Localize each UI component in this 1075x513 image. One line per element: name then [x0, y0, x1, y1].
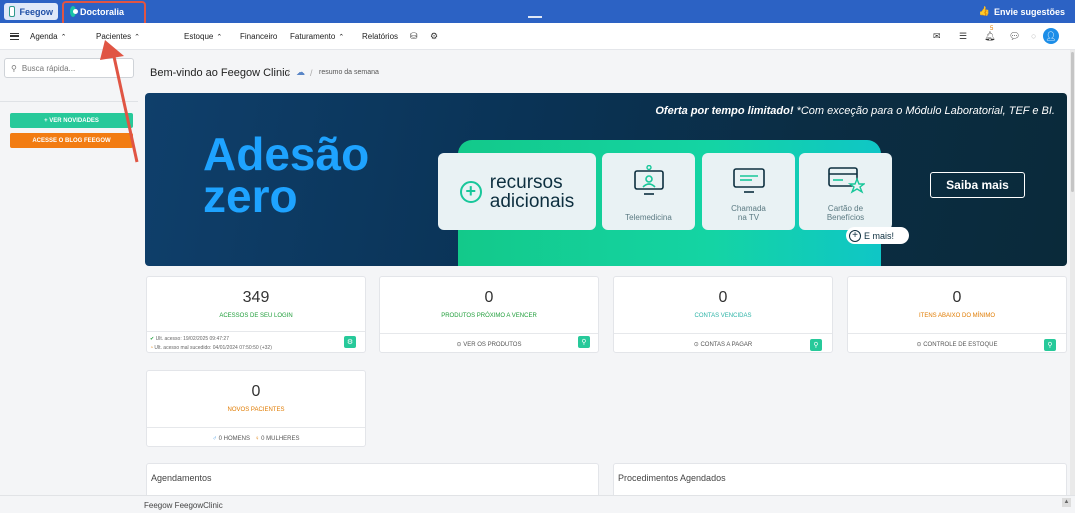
- blog-feegow-button[interactable]: ACESSE O BLOG FEEGOW: [10, 133, 133, 148]
- menu-financeiro[interactable]: Financeiro: [240, 32, 277, 41]
- stat-footer[interactable]: ⊙ CONTROLE DE ESTOQUE: [848, 333, 1066, 355]
- e-mais-badge: + E mais!: [846, 227, 909, 244]
- card-recursos-adicionais: + recursos adicionais: [438, 153, 596, 230]
- ver-novidades-button[interactable]: + VER NOVIDADES: [10, 113, 133, 128]
- menu-agenda[interactable]: Agenda ⌃: [30, 32, 66, 41]
- tv-icon: [732, 168, 765, 193]
- tab-feegow-label: Feegow: [19, 6, 53, 17]
- stat-label: NOVOS PACIENTES: [227, 407, 285, 413]
- stat-label: CONTAS VENCIDAS: [694, 313, 752, 319]
- plus-circle-icon: +: [849, 229, 861, 242]
- menu-relatorios[interactable]: Relatórios: [362, 32, 398, 41]
- bell-icon[interactable]: 🔔︎: [984, 31, 995, 42]
- page-title: Bem-vindo ao Feegow Clinic: [150, 67, 291, 79]
- stat-card-itens: 0 ITENS ABAIXO DO MÍNIMO ⊙ CONTROLE DE E…: [847, 276, 1067, 353]
- list-icon[interactable]: ☰: [959, 31, 967, 42]
- database-icon[interactable]: ⛁: [410, 31, 418, 42]
- cloud-icon[interactable]: ☁: [296, 67, 305, 78]
- panel-title: Agendamentos: [151, 473, 212, 483]
- search-icon: ⚲: [581, 339, 587, 346]
- telemedicine-icon: [633, 165, 664, 195]
- saiba-mais-button[interactable]: Saiba mais: [930, 172, 1025, 198]
- stat-value: 349: [242, 289, 270, 306]
- scrollbar-thumb[interactable]: [1071, 52, 1074, 192]
- search-button[interactable]: ⚲: [578, 336, 590, 348]
- sidebar-divider: [0, 101, 138, 102]
- suggest-button[interactable]: 👍 Envie sugestões: [979, 6, 1065, 17]
- chevron-icon: ⌃: [60, 34, 67, 41]
- search-placeholder: Busca rápida...: [21, 63, 76, 73]
- male-icon: ♂: [212, 435, 217, 442]
- banner-offer-text: Oferta por tempo limitado! *Com exceção …: [655, 105, 1055, 117]
- breadcrumb-separator: /: [287, 68, 290, 78]
- money-icon: ⊙: [693, 342, 699, 348]
- card-cartao-beneficios: Cartão de Benefícios: [799, 153, 892, 230]
- banner-headline: Adesão zero: [203, 128, 370, 222]
- search-input[interactable]: ⚲ Busca rápida...: [4, 58, 134, 78]
- thumbs-up-icon: 👍: [978, 6, 990, 16]
- stat-footer[interactable]: ⊙ CONTAS A PAGAR: [614, 333, 832, 355]
- stat-value: 0: [718, 289, 728, 306]
- plus-circle-icon: +: [459, 180, 482, 203]
- breadcrumb-separator: /: [310, 68, 313, 78]
- chat-icon[interactable]: 💬︎: [1009, 31, 1020, 42]
- search-icon: ⚲: [11, 63, 17, 73]
- inbox-icon[interactable]: ✉: [933, 31, 941, 42]
- benefit-card-icon: [827, 167, 865, 194]
- suggest-label: Envie sugestões: [993, 6, 1065, 17]
- gear-icon: ⚙: [346, 339, 354, 346]
- stat-value: 0: [952, 289, 962, 306]
- promo-banner[interactable]: Oferta por tempo limitado! *Com exceção …: [145, 93, 1067, 266]
- stat-card-acessos: 349 ACESSOS DE SEU LOGIN ✔ Ult. acesso: …: [146, 276, 366, 353]
- box-icon: ⊙: [916, 342, 922, 348]
- login-info: ✔ Ult. acesso: 19/02/2025 09:47:27 ◔ Ult…: [150, 336, 272, 351]
- stat-footer[interactable]: ⊙ VER OS PRODUTOS: [380, 333, 598, 355]
- footer: Feegow FeegowClinic: [0, 495, 1075, 513]
- stat-value: 0: [484, 289, 494, 306]
- card-chamada-tv: Chamada na TV: [702, 153, 795, 230]
- user-icon: 👤︎: [1045, 30, 1057, 41]
- notification-badge: 5: [990, 26, 994, 32]
- menu-faturamento[interactable]: Faturamento ⌃: [290, 32, 344, 41]
- stat-value: 0: [251, 383, 261, 400]
- search-icon: ⚲: [813, 342, 819, 349]
- footer-text: Feegow FeegowClinic: [144, 501, 223, 510]
- avatar[interactable]: 👤︎: [1043, 28, 1059, 44]
- status-dot-icon: ○: [1031, 31, 1037, 41]
- stat-label: ACESSOS DE SEU LOGIN: [219, 313, 293, 319]
- search-button[interactable]: ⚲: [810, 339, 822, 351]
- search-button[interactable]: ⚲: [1044, 339, 1056, 351]
- stat-footer: ♂ 0 HOMENS ♀ 0 MULHERES: [147, 427, 365, 449]
- warning-icon: ◔: [150, 345, 154, 351]
- menu-pacientes[interactable]: Pacientes ⌃: [96, 32, 140, 41]
- stat-label: ITENS ABAIXO DO MÍNIMO: [918, 313, 995, 319]
- tab-feegow[interactable]: Feegow: [4, 3, 58, 20]
- gear-icon[interactable]: ⚙: [430, 31, 438, 42]
- hamburger-icon[interactable]: [10, 32, 19, 40]
- card-telemedicina: Telemedicina: [602, 153, 695, 230]
- clock-icon: ⊙: [456, 342, 462, 348]
- stat-card-produtos: 0 PRODUTOS PRÓXIMO A VENCER ⊙ VER OS PRO…: [379, 276, 599, 353]
- drag-handle[interactable]: [528, 16, 542, 18]
- breadcrumb-current: resumo da semana: [319, 69, 379, 76]
- main-menu-bar: Agenda ⌃ Pacientes ⌃ Estoque ⌃ Financeiro F…: [0, 23, 1075, 50]
- scroll-top-button[interactable]: ▲: [1062, 498, 1071, 507]
- chevron-icon: ⌃: [216, 34, 223, 41]
- chevron-icon: ⌃: [134, 34, 141, 41]
- feegow-icon: [9, 6, 16, 17]
- stat-card-pacientes: 0 NOVOS PACIENTES ♂ 0 HOMENS ♀ 0 MULHERE…: [146, 370, 366, 447]
- stat-label: PRODUTOS PRÓXIMO A VENCER: [441, 313, 537, 319]
- chevron-icon: ⌃: [338, 34, 345, 41]
- search-icon: ⚲: [1047, 342, 1053, 349]
- app-topbar: Feegow Doctoralia 👍 Envie sugestões: [0, 0, 1075, 23]
- settings-button[interactable]: ⚙: [344, 336, 356, 348]
- check-icon: ✔: [150, 336, 155, 342]
- stat-card-contas: 0 CONTAS VENCIDAS ⊙ CONTAS A PAGAR ⚲: [613, 276, 833, 353]
- panel-title: Procedimentos Agendados: [618, 473, 726, 483]
- menu-estoque[interactable]: Estoque ⌃: [184, 32, 222, 41]
- female-icon: ♀: [255, 435, 260, 442]
